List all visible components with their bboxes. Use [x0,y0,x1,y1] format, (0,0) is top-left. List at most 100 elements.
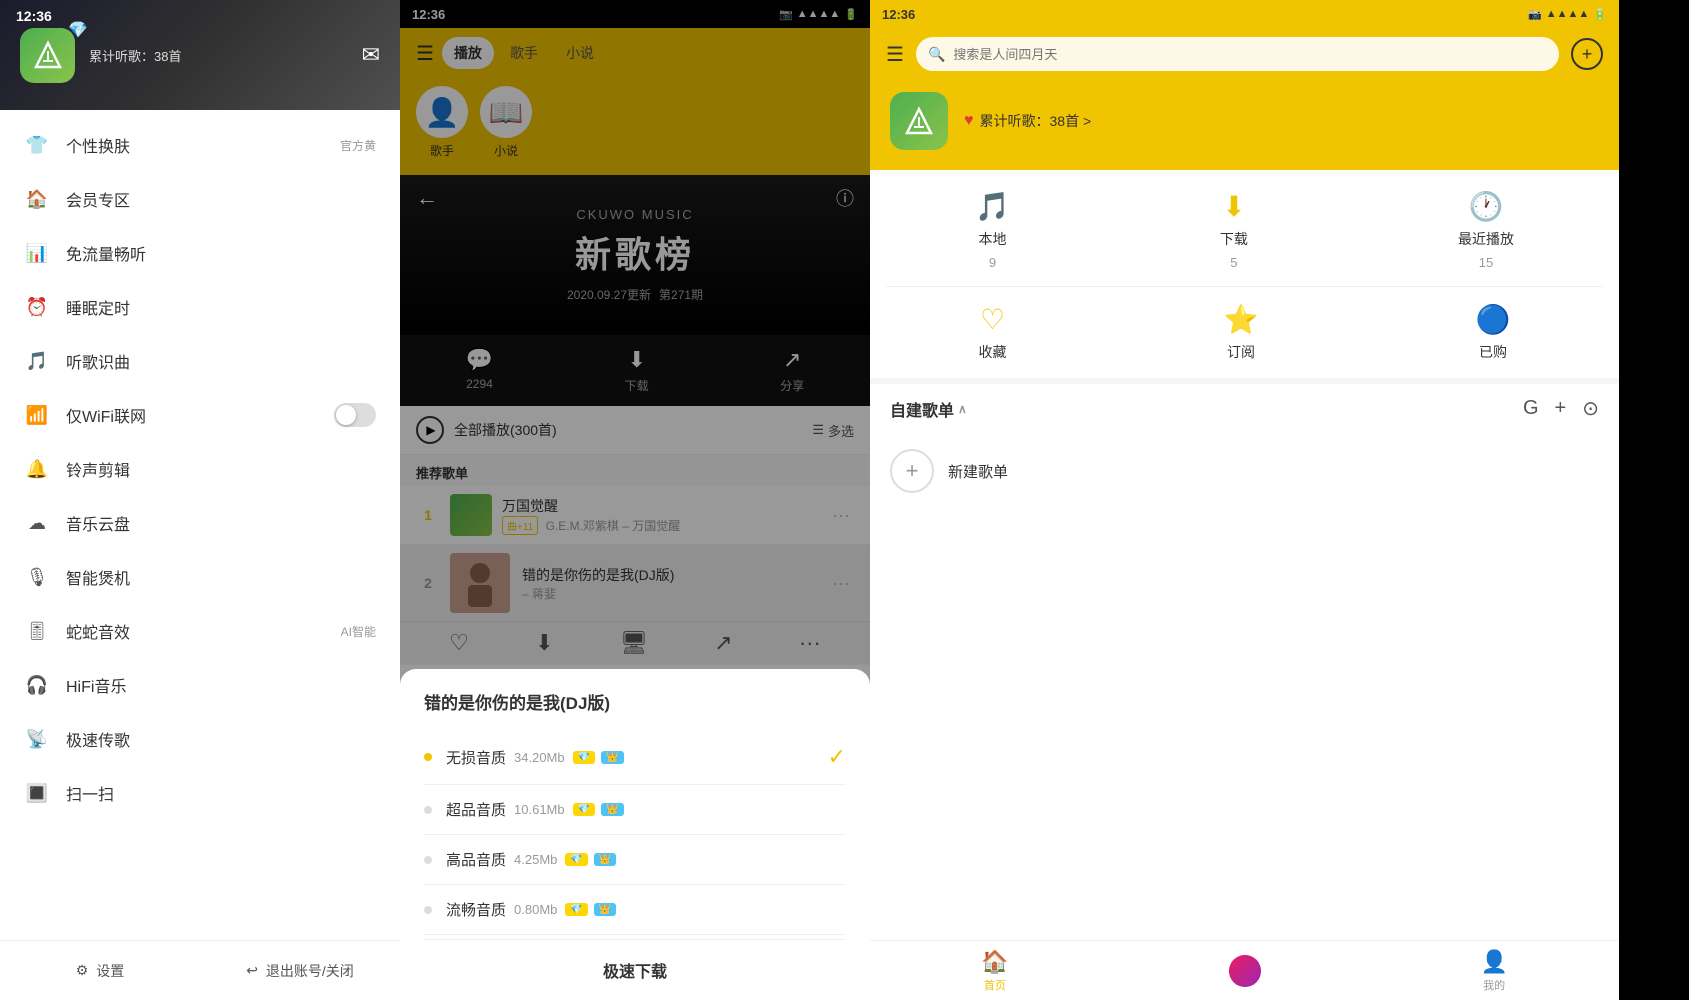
menu-label-smart: 智能煲机 [66,565,376,589]
menu-badge-snake: AI智能 [341,623,376,640]
stat-count-download: 5 [1230,255,1237,270]
stat-item-subscribe[interactable]: ⭐ 订阅 [1224,303,1259,362]
menu-label-vip: 会员专区 [66,187,376,211]
menu-item-scan[interactable]: 🔳 扫一扫 [0,766,400,820]
right-listen-count: 累计听歌：38首 > [980,111,1092,131]
menu-label-cloud: 音乐云盘 [66,511,376,535]
right-playlist-title: 自建歌单 ∧ [890,397,1523,421]
panel-middle: 12:36 📷 ▲▲▲▲ 🔋 ☰ 播放歌手小说 👤 歌手 📖 小说 ← [400,0,870,1000]
new-playlist-label: 新建歌单 [948,461,1008,482]
right-search-box[interactable]: 🔍 [916,37,1559,71]
right-heart-icon: ♥ [964,112,974,130]
left-header: 12:36 💎 累计听歌：38首 ✉ [0,0,400,110]
quality-row-3[interactable]: 流畅音质 0.80Mb 💎 👑 [424,885,846,935]
menu-item-free[interactable]: 📊 免流量畅听 [0,226,400,280]
right-profile-banner: ♥ 累计听歌：38首 > [870,80,1619,170]
new-playlist-button[interactable]: + 新建歌单 [870,433,1619,509]
popup-title: 错的是你伤的是我(DJ版) [424,689,846,714]
menu-label-free: 免流量畅听 [66,241,376,265]
menu-item-vip[interactable]: 🏠 会员专区 [0,172,400,226]
nav-home[interactable]: 🏠 首页 [870,941,1120,1000]
stat-label-purchased: 已购 [1479,342,1507,362]
add-playlist-icon[interactable]: + [1555,397,1567,420]
quality-name-2: 高品音质 [446,849,506,870]
right-hamburger-button[interactable]: ☰ [886,42,904,67]
quality-icons-3: 💎 👑 [565,903,616,916]
stat-item-collect[interactable]: ♡ 收藏 [979,303,1007,362]
vip-gold-icon: 💎 [565,853,587,866]
quality-row-2[interactable]: 高品音质 4.25Mb 💎 👑 [424,835,846,885]
menu-item-ringtone[interactable]: 🔔 铃声剪辑 [0,442,400,496]
right-add-button[interactable]: + [1571,38,1603,70]
menu-item-sleep[interactable]: ⏰ 睡眠定时 [0,280,400,334]
stat-label-subscribe: 订阅 [1227,342,1255,362]
stat-icon-recent: 🕐 [1469,190,1504,223]
menu-label-ringtone: 铃声剪辑 [66,457,376,481]
right-user-info: ♥ 累计听歌：38首 > [964,111,1091,131]
right-user-count[interactable]: ♥ 累计听歌：38首 > [964,111,1091,131]
logout-label: 退出账号/关闭 [266,961,354,981]
logout-button[interactable]: ↩ 退出账号/关闭 [200,941,400,1000]
stat-label-recent: 最近播放 [1458,229,1514,249]
stat-item-local[interactable]: 🎵 本地 9 [975,190,1010,270]
settings-button[interactable]: ⚙ 设置 [0,941,200,1000]
stat-item-recent[interactable]: 🕐 最近播放 15 [1458,190,1514,270]
stat-item-purchased[interactable]: 🔵 已购 [1476,303,1511,362]
quality-dot-3 [424,906,432,914]
stat-icon-local: 🎵 [975,190,1010,223]
panel-right: 12:36 📷 ▲▲▲▲ 🔋 ☰ 🔍 + ♥ 累计听歌：38首 > [870,0,1619,1000]
quality-icons-2: 💎 👑 [565,853,616,866]
nav-mine[interactable]: 👤 我的 [1369,941,1619,1000]
stat-item-download[interactable]: ⬇ 下载 5 [1220,190,1248,270]
left-menu-list: 👕 个性换肤 官方黄 🏠 会员专区 📊 免流量畅听 ⏰ 睡眠定时 🎵 听歌识曲 … [0,110,400,940]
playlist-chevron-icon[interactable]: ∧ [958,402,967,416]
menu-item-fast[interactable]: 📡 极速传歌 [0,712,400,766]
fast-download-button[interactable]: 极速下载 [424,939,846,1000]
menu-label-skin: 个性换肤 [66,133,340,157]
settings-playlist-icon[interactable]: ⊙ [1582,396,1599,421]
right-top-bar: ☰ 🔍 + [870,28,1619,80]
vip-blue-icon: 👑 [601,803,623,816]
right-stats-row2: ♡ 收藏 ⭐ 订阅 🔵 已购 [870,287,1619,378]
menu-item-snake[interactable]: 🎚 蛇蛇音效 AI智能 [0,604,400,658]
quality-icons-1: 💎 👑 [573,803,624,816]
menu-icon-cloud: ☁ [24,510,50,536]
menu-label-fast: 极速传歌 [66,727,376,751]
quality-row-1[interactable]: 超品音质 10.61Mb 💎 👑 [424,785,846,835]
menu-item-smart[interactable]: 🎙 智能煲机 [0,550,400,604]
vip-gold-icon: 💎 [573,751,595,764]
quality-size-1: 10.61Mb [514,802,565,817]
nav-playing[interactable] [1120,941,1370,1000]
stat-label-download: 下载 [1220,229,1248,249]
stat-icon-subscribe: ⭐ [1224,303,1259,336]
mail-icon[interactable]: ✉ [362,42,380,68]
stat-icon-purchased: 🔵 [1476,303,1511,336]
quality-row-0[interactable]: 无损音质 34.20Mb 💎 👑 ✓ [424,730,846,785]
left-avatar[interactable] [20,28,75,83]
left-listen-count: 累计听歌：38首 [89,46,181,65]
menu-label-sleep: 睡眠定时 [66,295,376,319]
vip-gold-icon: 💎 [573,803,595,816]
menu-label-hifi: HiFi音乐 [66,673,376,697]
google-icon[interactable]: G [1523,397,1539,420]
menu-item-hifi[interactable]: 🎧 HiFi音乐 [0,658,400,712]
menu-item-cloud[interactable]: ☁ 音乐云盘 [0,496,400,550]
user-icon: 👤 [1480,949,1507,975]
logout-icon: ↩ [246,962,258,979]
now-playing-thumb [1229,955,1261,987]
menu-item-wifi[interactable]: 📶 仅WiFi联网 [0,388,400,442]
quality-check-icon: ✓ [828,744,846,770]
menu-icon-hifi: 🎧 [24,672,50,698]
right-search-input[interactable] [953,47,1547,62]
right-playlist-actions: G + ⊙ [1523,396,1599,421]
menu-item-recognize[interactable]: 🎵 听歌识曲 [0,334,400,388]
right-bottom-nav: 🏠 首页 👤 我的 [870,940,1619,1000]
menu-label-scan: 扫一扫 [66,781,376,805]
right-time: 12:36 [882,7,915,22]
wifi-toggle[interactable] [334,403,376,427]
quality-name-1: 超品音质 [446,799,506,820]
right-avatar[interactable] [890,92,948,150]
menu-item-skin[interactable]: 👕 个性换肤 官方黄 [0,118,400,172]
stat-label-collect: 收藏 [979,342,1007,362]
right-playlist-section: 自建歌单 ∧ G + ⊙ + 新建歌单 [870,378,1619,509]
